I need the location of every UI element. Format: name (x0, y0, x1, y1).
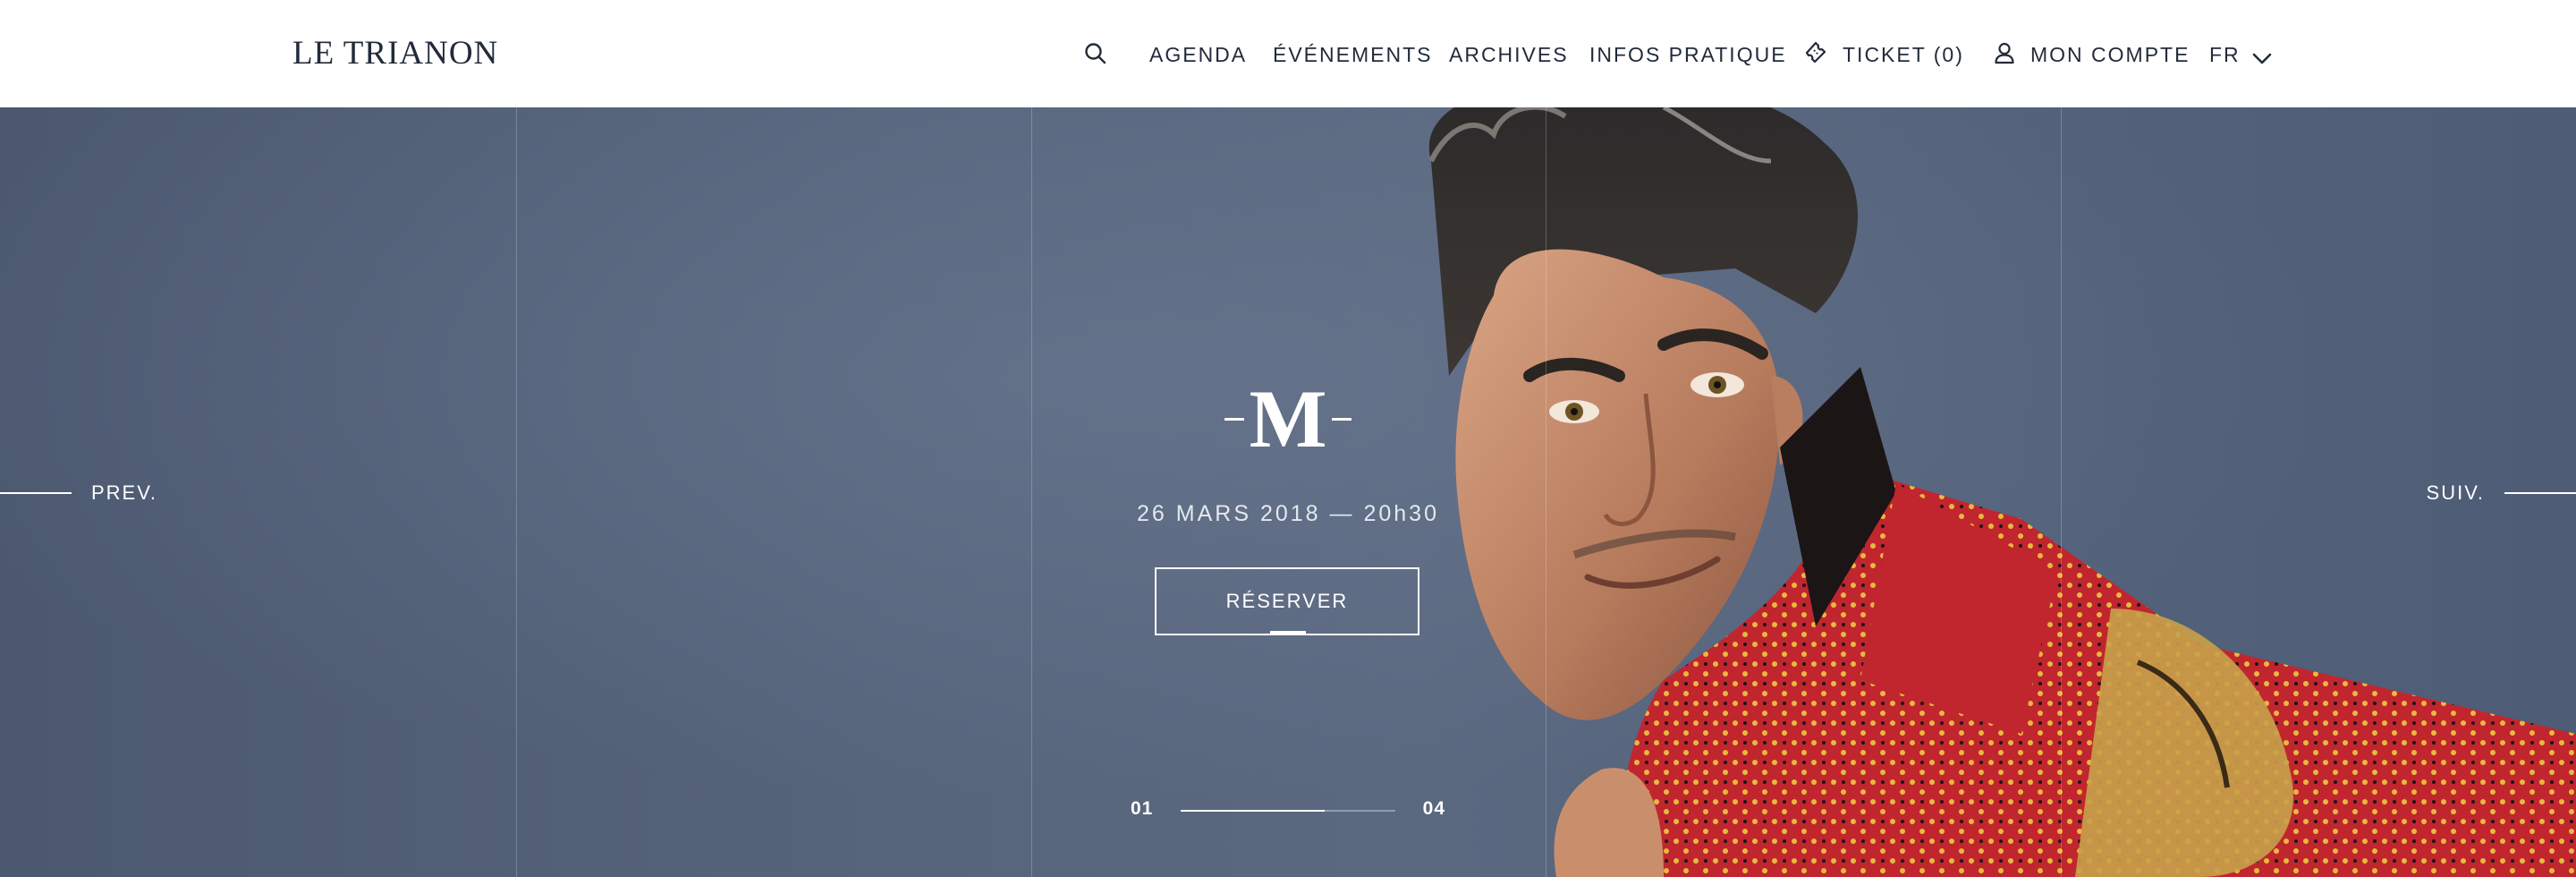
artist-portrait-image (1428, 107, 2576, 877)
button-underline-mark (1270, 631, 1306, 635)
reserver-label: RÉSERVER (1225, 590, 1349, 612)
pager-total: 04 (1422, 798, 1445, 819)
nav-evenements[interactable]: ÉVÉNEMENTS (1273, 43, 1432, 67)
next-line (2504, 492, 2576, 494)
prev-label: PREV. (91, 481, 158, 504)
grid-line (516, 107, 517, 877)
event-info: M 26 MARS 2018 — 20h30 RÉSERVER (1020, 107, 1556, 877)
ticket-icon[interactable] (1803, 39, 1830, 72)
nav-mon-compte[interactable]: MON COMPTE (2030, 43, 2190, 67)
nav-archives[interactable]: ARCHIVES (1449, 43, 1569, 67)
prev-line (0, 492, 72, 494)
event-title-wrap: M (1020, 378, 1556, 460)
reserver-button[interactable]: RÉSERVER (1155, 567, 1419, 635)
title-dash-left (1224, 417, 1244, 421)
search-icon[interactable] (1084, 42, 1107, 71)
pager-progress (1181, 810, 1325, 812)
site-logo[interactable]: LE TRIANON (292, 34, 498, 72)
prev-slide-button[interactable]: PREV. (0, 480, 157, 507)
event-date: 26 MARS 2018 — 20h30 (1137, 501, 1439, 526)
language-select[interactable]: FR (2209, 43, 2241, 67)
grid-line (2061, 107, 2062, 877)
nav-agenda[interactable]: AGENDA (1149, 43, 1247, 67)
user-icon[interactable] (1993, 41, 2016, 70)
next-slide-button[interactable]: SUIV. (2427, 480, 2576, 507)
title-dash-right (1332, 417, 1352, 421)
pager-current: 01 (1131, 798, 1154, 819)
slide-pager: 01 04 (1131, 796, 1445, 823)
next-label: SUIV. (2426, 481, 2485, 504)
nav-infos-pratique[interactable]: INFOS PRATIQUE (1589, 43, 1787, 67)
site-header: LE TRIANON AGENDA ÉVÉNEMENTS ARCHIVES IN… (0, 0, 2576, 107)
hero-slider: PREV. SUIV. M 26 MARS 2018 — 20h30 RÉSER… (0, 107, 2576, 877)
pager-track[interactable] (1181, 810, 1395, 812)
nav-ticket[interactable]: TICKET (0) (1843, 43, 1964, 67)
chevron-down-icon[interactable] (2252, 47, 2272, 71)
event-title: M (1249, 373, 1327, 464)
